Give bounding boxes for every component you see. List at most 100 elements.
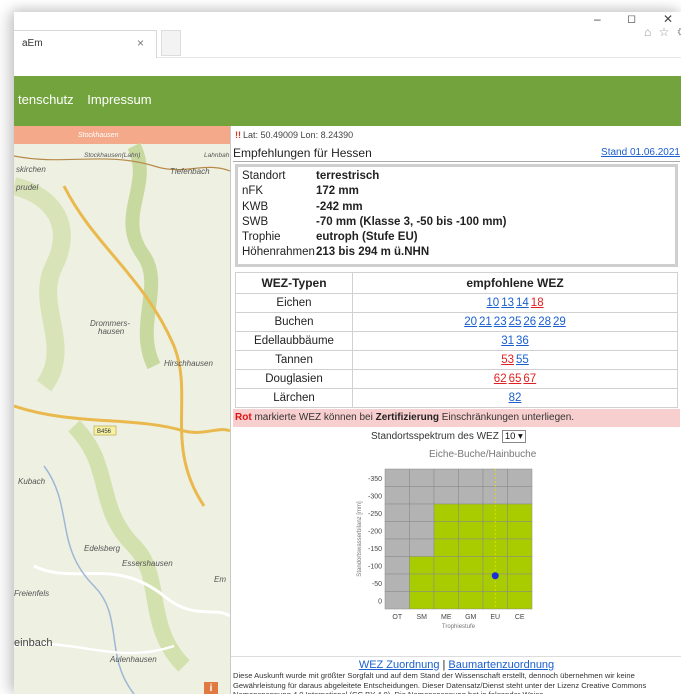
wez-type-cell: Buchen bbox=[235, 312, 353, 332]
wez-code-link[interactable]: 31 bbox=[501, 335, 514, 347]
wez-select[interactable]: 10 ▾ bbox=[501, 430, 526, 443]
links-row: WEZ Zuordnung | Baumartenzuordnung bbox=[231, 656, 681, 671]
map-label: skirchen bbox=[16, 165, 46, 174]
wez-code-link[interactable]: 25 bbox=[509, 316, 522, 328]
tab-title: aEm bbox=[22, 38, 43, 49]
chart-cell bbox=[507, 573, 533, 592]
cert-text: markierte WEZ können bei bbox=[251, 412, 376, 423]
minimize-icon[interactable]: – bbox=[594, 12, 601, 26]
wez-code-link[interactable]: 14 bbox=[516, 297, 529, 309]
chart-cell bbox=[384, 573, 410, 592]
wez-type-cell: Edellaubbäume bbox=[235, 331, 353, 351]
chart-cell bbox=[433, 591, 459, 610]
maximize-icon[interactable]: ◻ bbox=[627, 12, 636, 25]
wez-code-link[interactable]: 21 bbox=[479, 316, 492, 328]
wez-code-link[interactable]: 13 bbox=[501, 297, 514, 309]
site-key: SWB bbox=[242, 215, 269, 228]
wez-code-link[interactable]: 36 bbox=[516, 335, 529, 347]
cert-bold-word: Zertifizierung bbox=[375, 412, 439, 423]
wez-code-link[interactable]: 29 bbox=[553, 316, 566, 328]
new-tab-button[interactable] bbox=[161, 30, 181, 56]
wez-codes-cell: 53 55 bbox=[352, 350, 678, 370]
map-view[interactable]: Stockhausen Stockhausen(Lahn) Lahnbah sk… bbox=[14, 126, 230, 694]
chart-cell bbox=[507, 486, 533, 505]
wez-code-link[interactable]: 53 bbox=[501, 354, 514, 366]
site-row: KWB -242 mm bbox=[242, 201, 671, 216]
recommendation-panel: !! Lat: 50.49009 Lon: 8.24390 Empfehlunge… bbox=[230, 126, 681, 694]
wez-code-link[interactable]: 65 bbox=[509, 373, 522, 385]
map-label: B456 bbox=[97, 429, 112, 435]
chart-cell bbox=[433, 503, 459, 522]
chart-cell bbox=[384, 468, 410, 487]
certification-note: Rot markierte WEZ können bei Zertifizier… bbox=[233, 409, 680, 427]
site-row: Trophie eutroph (Stufe EU) bbox=[242, 231, 671, 246]
chart-cell bbox=[458, 538, 484, 557]
wez-code-link[interactable]: 26 bbox=[523, 316, 536, 328]
table-row: Edellaubbäume 31 36 bbox=[235, 331, 678, 351]
wez-code-link[interactable]: 18 bbox=[531, 297, 544, 309]
chart-cell bbox=[409, 538, 435, 557]
browser-window: aEm × – ◻ ✕ ⌂ ☆ ⚙ tenschutz Impressum bbox=[14, 12, 681, 694]
chart-cell bbox=[409, 573, 435, 592]
wez-code-link[interactable]: 23 bbox=[494, 316, 507, 328]
spectrum-chart: -350 -300 -250 -200 -150 -100 -50 0 OT SM ME GM EU CE… bbox=[357, 468, 533, 630]
chart-cell bbox=[384, 503, 410, 522]
wez-code-link[interactable]: 10 bbox=[486, 297, 499, 309]
toolbar-icons[interactable]: ⌂ ☆ ⚙ bbox=[644, 25, 681, 39]
chart-cell bbox=[384, 521, 410, 540]
site-key: KWB bbox=[242, 200, 269, 213]
y-tick-label: -300 bbox=[368, 493, 382, 500]
chart-cell bbox=[384, 486, 410, 505]
y-tick-label: 0 bbox=[378, 598, 382, 605]
column-header: WEZ-Typen bbox=[235, 272, 353, 294]
wez-code-link[interactable]: 28 bbox=[538, 316, 551, 328]
wez-type-cell: Tannen bbox=[235, 350, 353, 370]
tab-close-icon[interactable]: × bbox=[137, 36, 144, 50]
x-tick-label: EU bbox=[490, 614, 500, 621]
wez-code-link[interactable]: 55 bbox=[516, 354, 529, 366]
wez-table: WEZ-Typen empfohlene WEZ Eichen 10 13 14 18 B… bbox=[235, 272, 678, 408]
map-label: Edelsberg bbox=[84, 544, 121, 553]
chart-cell bbox=[433, 573, 459, 592]
map-label: prudel bbox=[15, 183, 38, 192]
wez-code-link[interactable]: 20 bbox=[464, 316, 477, 328]
site-key: Höhenrahmen bbox=[242, 246, 315, 259]
wez-zuordnung-link[interactable]: WEZ Zuordnung bbox=[359, 659, 440, 671]
cert-text-end: Einschränkungen unterliegen. bbox=[438, 412, 575, 423]
chart-cell bbox=[433, 468, 459, 487]
site-row: SWB -70 mm (Klasse 3, -50 bis -100 mm) bbox=[242, 216, 671, 231]
chart-cell bbox=[409, 503, 435, 522]
y-tick-label: -50 bbox=[372, 581, 382, 588]
chart-cell bbox=[433, 486, 459, 505]
chart-cell bbox=[409, 521, 435, 540]
chart-cell bbox=[507, 591, 533, 610]
chart-cell bbox=[409, 556, 435, 575]
close-window-icon[interactable]: ✕ bbox=[663, 12, 673, 26]
chart-cell bbox=[458, 486, 484, 505]
chart-cell bbox=[458, 521, 484, 540]
wez-codes-cell: 31 36 bbox=[352, 331, 678, 351]
recommendation-title: Empfehlungen für Hessen bbox=[233, 146, 372, 160]
map-canvas[interactable]: Stockhausen Stockhausen(Lahn) Lahnbah sk… bbox=[14, 126, 230, 694]
wez-codes-cell: 10 13 14 18 bbox=[352, 293, 678, 313]
nav-link-datenschutz[interactable]: tenschutz bbox=[18, 92, 74, 107]
site-row: Standort terrestrisch bbox=[242, 170, 671, 185]
baumarten-link[interactable]: Baumartenzuordnung bbox=[448, 659, 554, 671]
stand-date-link[interactable]: Stand 01.06.2021 bbox=[601, 147, 680, 158]
map-info-button[interactable]: i bbox=[204, 682, 218, 694]
table-header-row: WEZ-Typen empfohlene WEZ bbox=[235, 272, 678, 294]
site-value: -70 mm (Klasse 3, -50 bis -100 mm) bbox=[316, 215, 507, 228]
wez-code-link[interactable]: 62 bbox=[494, 373, 507, 385]
y-tick-label: -200 bbox=[368, 528, 382, 535]
map-label: Essershausen bbox=[122, 559, 173, 568]
site-row: nFK 172 mm bbox=[242, 185, 671, 200]
wez-code-link[interactable]: 82 bbox=[509, 392, 522, 404]
table-row: Buchen 20 21 23 25 26 28 29 bbox=[235, 312, 678, 332]
nav-link-impressum[interactable]: Impressum bbox=[87, 92, 151, 107]
y-tick-label: -150 bbox=[368, 546, 382, 553]
map-label: hausen bbox=[98, 327, 125, 336]
site-value: 213 bis 294 m ü.NHN bbox=[316, 246, 430, 259]
chart-cell bbox=[384, 538, 410, 557]
wez-code-link[interactable]: 67 bbox=[523, 373, 536, 385]
browser-tab[interactable]: aEm × bbox=[14, 30, 157, 58]
